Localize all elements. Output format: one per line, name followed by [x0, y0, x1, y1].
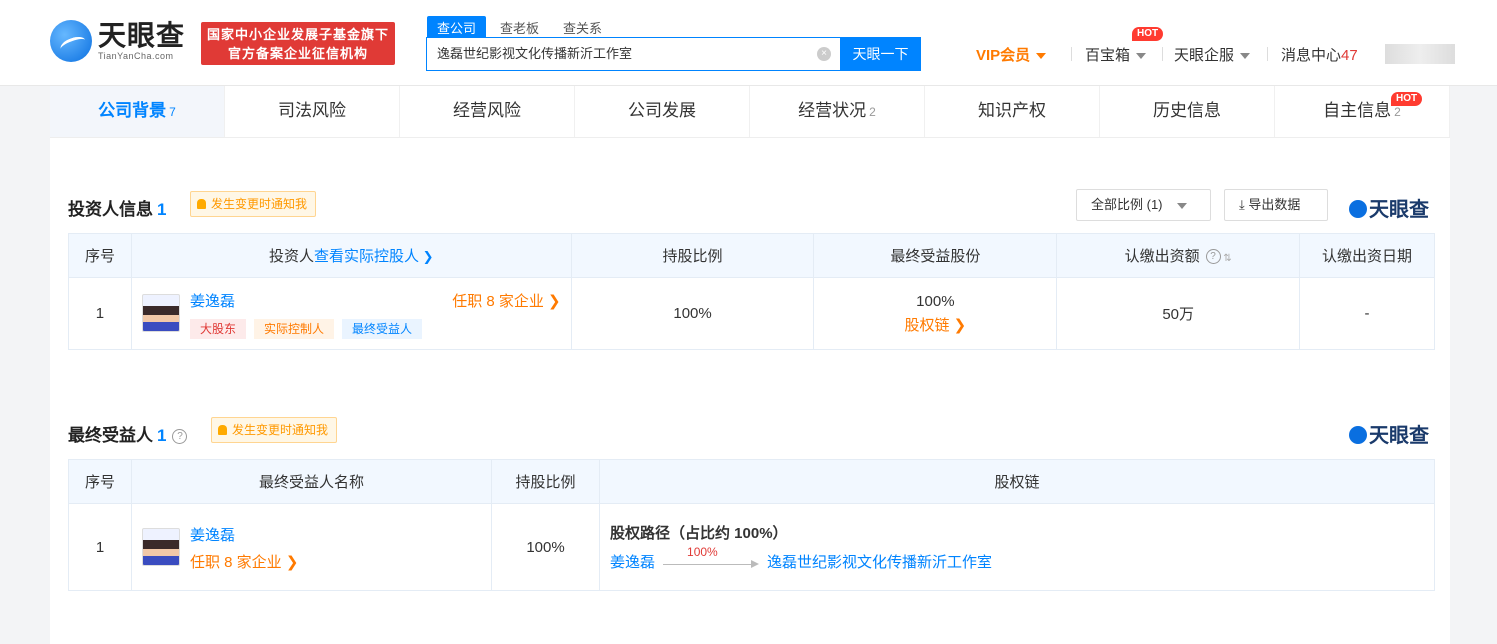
export-data-button[interactable]: ⤓ 导出数据: [1224, 189, 1328, 221]
investors-table: 序号 投资人查看实际控股人 ❯ 持股比例 最终受益股份 认缴出资额? ⇅ 认缴出…: [68, 233, 1435, 350]
clear-icon[interactable]: ×: [817, 47, 831, 61]
col-investor: 投资人查看实际控股人 ❯: [130, 233, 572, 278]
divider: [1071, 47, 1072, 61]
message-count: 47: [1341, 47, 1358, 64]
notify-change-button[interactable]: 发生变更时通知我: [211, 417, 338, 443]
tianyancha-logo[interactable]: 天眼查 TianYanCha.com: [50, 20, 185, 62]
tag-major-shareholder: 大股东: [189, 319, 246, 339]
tab-company-background[interactable]: 公司背景 7: [50, 86, 225, 137]
col-ratio: 持股比例: [570, 233, 815, 278]
tab-judicial-risk[interactable]: 司法风险: [225, 86, 400, 137]
capital-value: 50万: [1056, 277, 1301, 350]
bell-icon: [218, 425, 227, 435]
tab-self-info[interactable]: 自主信息 2: [1275, 86, 1450, 137]
path-from-link[interactable]: 姜逸磊: [610, 551, 655, 572]
tab-company-development[interactable]: 公司发展: [575, 86, 750, 137]
path-arrow-line: [663, 563, 754, 565]
divider: [1267, 47, 1268, 61]
search-box: 逸磊世纪影视文化传播新沂工作室 × 天眼一下: [426, 37, 921, 71]
date-value: -: [1299, 277, 1435, 350]
view-controller-link[interactable]: 查看实际控股人: [314, 248, 419, 265]
arrow-right-icon: [751, 559, 760, 568]
notify-change-button[interactable]: 发生变更时通知我: [190, 191, 317, 217]
vip-menu[interactable]: VIP会员: [976, 44, 1047, 65]
hot-badge: HOT: [1391, 92, 1423, 106]
beneficiary-table: 序号 最终受益人名称 持股比例 股权链 1 姜逸磊 任职 8 家企业 ❯ 100…: [68, 459, 1435, 591]
beneficiary-title: 最终受益人 1?: [68, 421, 188, 446]
positions-link[interactable]: 任职 8 家企业 ❯: [452, 290, 560, 311]
chevron-down-icon: [1136, 53, 1147, 60]
col-final-share: 最终受益股份: [813, 233, 1058, 278]
search-tab-boss[interactable]: 查老板: [490, 16, 549, 39]
table-row: 1 姜逸磊 任职 8 家企业 ❯ 100% 股权路径（占比约 100%） 姜逸磊: [68, 503, 1435, 591]
chevron-down-icon: [1176, 202, 1187, 209]
tianyancha-brand: 天眼查: [1349, 193, 1429, 222]
help-icon[interactable]: ?: [1205, 249, 1221, 264]
col-beneficiary-name: 最终受益人名称: [131, 459, 492, 504]
divider: [1162, 47, 1163, 61]
eye-logo-icon: [1349, 200, 1367, 218]
path-percentage: 100%: [687, 544, 718, 559]
tag-actual-controller: 实际控制人: [253, 319, 334, 339]
ratio-value: 100%: [570, 277, 815, 350]
help-icon[interactable]: ?: [172, 429, 188, 444]
tianyancha-brand: 天眼查: [1349, 419, 1429, 448]
bell-icon: [197, 199, 206, 209]
tab-business-risk[interactable]: 经营风险: [400, 86, 575, 137]
ratio-filter-select[interactable]: 全部比例 (1): [1076, 189, 1211, 221]
col-date: 认缴出资日期: [1299, 233, 1435, 278]
investors-title: 投资人信息 1: [68, 200, 167, 219]
user-avatar[interactable]: [1385, 44, 1455, 64]
qifu-menu[interactable]: 天眼企服: [1174, 44, 1251, 65]
ratio-value: 100%: [491, 503, 600, 591]
person-avatar: [141, 294, 180, 332]
baibaoxiang-menu[interactable]: 百宝箱: [1085, 44, 1147, 65]
col-capital[interactable]: 认缴出资额? ⇅: [1056, 233, 1301, 278]
tab-business-status[interactable]: 经营状况 2: [750, 86, 925, 137]
beneficiary-name-link[interactable]: 姜逸磊: [190, 524, 298, 545]
equity-path-title: 股权路径（占比约 100%）: [610, 525, 788, 542]
message-center-link[interactable]: 消息中心47: [1281, 44, 1358, 65]
positions-link[interactable]: 任职 8 家企业 ❯: [190, 551, 298, 572]
search-tab-relation[interactable]: 查关系: [553, 16, 612, 39]
download-icon: ⤓: [1239, 197, 1249, 212]
chevron-down-icon: [1036, 53, 1047, 60]
sort-icon[interactable]: ⇅: [1221, 253, 1231, 264]
col-no: 序号: [68, 459, 132, 504]
table-row: 1 姜逸磊 任职 8 家企业 ❯ 大股东 实际控制人 最终受益人 100% 10…: [68, 277, 1435, 350]
path-to-link[interactable]: 逸磊世纪影视文化传播新沂工作室: [767, 551, 992, 572]
logo-domain: TianYanCha.com: [98, 51, 174, 61]
tag-ultimate-beneficiary: 最终受益人: [341, 319, 422, 339]
tab-history[interactable]: 历史信息: [1100, 86, 1275, 137]
person-avatar: [142, 528, 180, 566]
company-section-tabs: 公司背景 7 司法风险 经营风险 公司发展 经营状况 2 知识产权 历史信息 自主信…: [50, 86, 1450, 138]
col-equity-chain: 股权链: [599, 459, 1435, 504]
equity-chain-link[interactable]: 股权链 ❯: [814, 314, 1056, 335]
investor-name-link[interactable]: 姜逸磊: [190, 290, 235, 311]
main-content: 投资人信息 1 发生变更时通知我 全部比例 (1) ⤓ 导出数据 天眼查 序号 投…: [50, 138, 1450, 644]
search-button[interactable]: 天眼一下: [840, 37, 921, 71]
final-share-value: 100%: [916, 292, 955, 310]
search-type-tabs: 查公司 查老板 查关系: [427, 16, 616, 39]
logo-text: 天眼查: [98, 20, 186, 51]
tab-intellectual-property[interactable]: 知识产权: [925, 86, 1100, 137]
search-tab-company[interactable]: 查公司: [427, 16, 487, 39]
col-no: 序号: [68, 233, 132, 278]
chevron-down-icon: [1240, 53, 1251, 60]
eye-logo-icon: [1349, 426, 1367, 444]
hot-badge: HOT: [1132, 27, 1164, 41]
top-header: 天眼查 TianYanCha.com 国家中小企业发展子基金旗下 官方备案企业征…: [0, 0, 1497, 86]
official-badge: 国家中小企业发展子基金旗下 官方备案企业征信机构: [201, 22, 395, 65]
search-input[interactable]: 逸磊世纪影视文化传播新沂工作室: [437, 38, 632, 70]
eye-logo-icon: [50, 20, 92, 62]
col-ratio: 持股比例: [491, 459, 600, 504]
